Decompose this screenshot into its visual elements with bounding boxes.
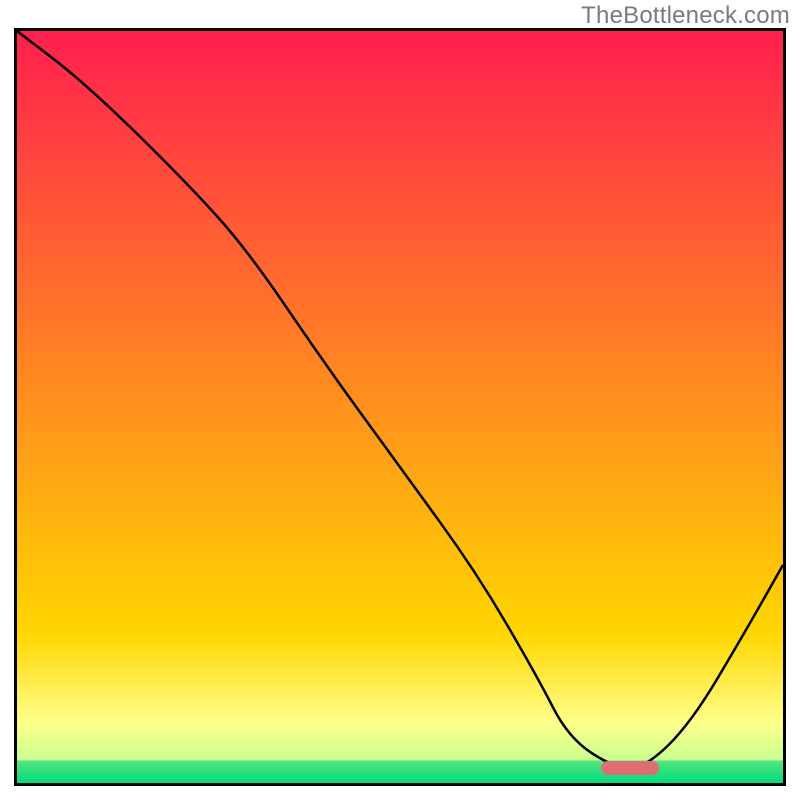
chart-svg: [17, 31, 783, 783]
optimal-marker: [601, 761, 658, 775]
plot-area: [17, 31, 783, 783]
gradient-background: [17, 31, 783, 783]
chart-wrapper: { "watermark": "TheBottleneck.com", "cha…: [0, 0, 800, 800]
plot-frame: [14, 28, 786, 786]
watermark-text: TheBottleneck.com: [581, 2, 790, 30]
